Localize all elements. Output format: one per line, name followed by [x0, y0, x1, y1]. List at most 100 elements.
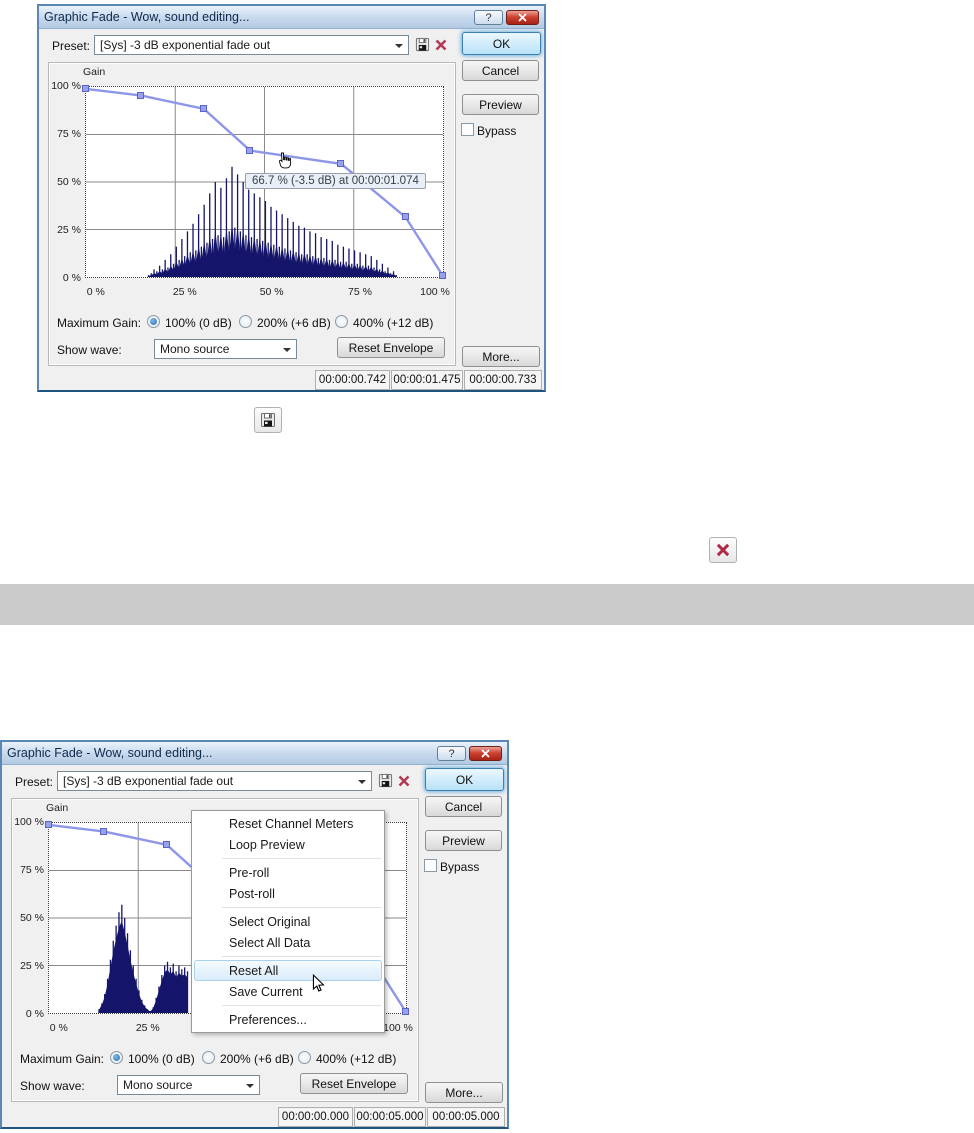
menu-item-save-current[interactable]: Save Current: [194, 981, 382, 1002]
radio-label: 100% (0 dB): [165, 316, 232, 330]
envelope-point[interactable]: [439, 272, 446, 280]
preset-value: [Sys] -3 dB exponential fade out: [63, 774, 234, 788]
save-preset-icon[interactable]: [377, 772, 394, 789]
close-icon: [518, 12, 527, 22]
menu-item-reset-channel-meters[interactable]: Reset Channel Meters: [194, 813, 382, 834]
show-wave-label: Show wave:: [20, 1079, 85, 1093]
preview-button[interactable]: Preview: [425, 830, 502, 851]
bypass-checkbox[interactable]: [461, 123, 474, 136]
ok-button[interactable]: OK: [462, 32, 541, 55]
radio-100-0db[interactable]: [147, 315, 160, 328]
envelope-point[interactable]: [137, 91, 145, 99]
envelope-point[interactable]: [402, 1008, 409, 1016]
envelope-point[interactable]: [100, 827, 108, 835]
delete-preset-icon[interactable]: [432, 36, 449, 53]
x-tick: 25 %: [135, 1022, 160, 1034]
x-tick: 0 %: [49, 1022, 68, 1034]
x-tick: 50 %: [259, 286, 284, 298]
preset-value: [Sys] -3 dB exponential fade out: [100, 38, 271, 52]
maximum-gain-label: Maximum Gain:: [20, 1052, 105, 1066]
show-wave-combobox[interactable]: Mono source: [154, 339, 297, 359]
menu-separator: [222, 1005, 381, 1006]
radio-200-6db[interactable]: [239, 315, 252, 328]
status-end-time: 00:00:05.000: [354, 1107, 426, 1127]
radio-label: 100% (0 dB): [128, 1052, 195, 1066]
title-bar[interactable]: Graphic Fade - Wow, sound editing... ?: [2, 742, 507, 765]
radio-400-12db[interactable]: [335, 315, 348, 328]
x-axis-labels: 0 % 25 % 50 % 75 % 100 %: [85, 286, 450, 300]
envelope-point[interactable]: [162, 840, 170, 848]
y-tick: 50 %: [57, 176, 81, 188]
envelope-point[interactable]: [45, 820, 52, 828]
context-menu: Reset Channel Meters Loop Preview Pre-ro…: [191, 810, 385, 1033]
ok-button[interactable]: OK: [425, 768, 504, 791]
title-bar[interactable]: Graphic Fade - Wow, sound editing... ?: [39, 6, 544, 29]
delete-icon[interactable]: [709, 537, 737, 563]
preset-label: Preset:: [15, 775, 54, 789]
delete-preset-icon[interactable]: [395, 772, 412, 789]
preset-combobox[interactable]: [Sys] -3 dB exponential fade out: [57, 771, 372, 791]
preset-combobox[interactable]: [Sys] -3 dB exponential fade out: [94, 35, 409, 55]
help-button[interactable]: ?: [437, 745, 466, 761]
close-button[interactable]: [469, 745, 502, 761]
arrow-cursor-icon: [312, 973, 326, 999]
chevron-down-icon: [358, 780, 366, 784]
envelope-tooltip: 66.7 % (-3.5 dB) at 00:00:01.074: [245, 173, 426, 189]
page: { "shared": { "title": "Graphic Fade - W…: [0, 0, 974, 1133]
menu-item-post-roll[interactable]: Post-roll: [194, 883, 382, 904]
more-button[interactable]: More...: [425, 1082, 503, 1103]
bypass-checkbox[interactable]: [424, 859, 437, 872]
status-length-time: 00:00:00.733: [464, 370, 542, 390]
graphic-fade-dialog-1: Graphic Fade - Wow, sound editing... ? P…: [37, 4, 546, 392]
menu-item-preferences[interactable]: Preferences...: [194, 1009, 382, 1030]
radio-400-12db[interactable]: [298, 1051, 311, 1064]
status-start-time: 00:00:00.742: [315, 370, 390, 390]
preview-button[interactable]: Preview: [462, 94, 539, 115]
radio-100-0db[interactable]: [110, 1051, 123, 1064]
envelope-point[interactable]: [401, 213, 409, 221]
save-icon[interactable]: [254, 407, 282, 433]
menu-item-pre-roll[interactable]: Pre-roll: [194, 862, 382, 883]
gain-axis-label: Gain: [83, 66, 106, 78]
menu-item-loop-preview[interactable]: Loop Preview: [194, 834, 382, 855]
x-tick: 100 %: [420, 286, 450, 298]
chevron-down-icon: [395, 44, 403, 48]
status-end-time: 00:00:01.475: [391, 370, 463, 390]
graphic-fade-dialog-2: Graphic Fade - Wow, sound editing... ? P…: [0, 740, 509, 1129]
menu-separator: [222, 907, 381, 908]
radio-200-6db[interactable]: [202, 1051, 215, 1064]
cancel-button[interactable]: Cancel: [462, 60, 539, 81]
y-tick: 25 %: [20, 960, 44, 972]
show-wave-combobox[interactable]: Mono source: [117, 1075, 260, 1095]
y-tick: 25 %: [57, 224, 81, 236]
radio-label: 400% (+12 dB): [353, 316, 434, 330]
menu-item-reset-all[interactable]: Reset All: [194, 960, 382, 981]
menu-item-select-all-data[interactable]: Select All Data: [194, 932, 382, 953]
envelope-point[interactable]: [199, 104, 207, 112]
radio-label: 200% (+6 dB): [220, 1052, 294, 1066]
bypass-label: Bypass: [440, 860, 480, 874]
radio-label: 400% (+12 dB): [316, 1052, 397, 1066]
envelope-point[interactable]: [82, 84, 89, 92]
help-button[interactable]: ?: [474, 9, 503, 25]
reset-envelope-button[interactable]: Reset Envelope: [300, 1073, 408, 1094]
show-wave-value: Mono source: [123, 1078, 193, 1092]
menu-item-select-original[interactable]: Select Original: [194, 911, 382, 932]
x-tick: 75 %: [348, 286, 372, 298]
save-preset-icon[interactable]: [414, 36, 431, 53]
y-tick: 50 %: [20, 912, 44, 924]
reset-envelope-button[interactable]: Reset Envelope: [337, 337, 445, 358]
y-tick: 100 %: [14, 816, 44, 828]
y-tick: 0 %: [62, 272, 81, 284]
gray-separator-bar: [0, 584, 974, 625]
status-length-time: 00:00:05.000: [427, 1107, 505, 1127]
close-button[interactable]: [506, 9, 539, 25]
envelope-point[interactable]: [337, 159, 345, 167]
y-tick: 0 %: [25, 1008, 44, 1020]
bypass-label: Bypass: [477, 124, 517, 138]
show-wave-value: Mono source: [160, 342, 230, 356]
x-tick: 0 %: [86, 286, 105, 298]
cancel-button[interactable]: Cancel: [425, 796, 502, 817]
more-button[interactable]: More...: [462, 346, 540, 367]
envelope-point[interactable]: [246, 146, 254, 154]
